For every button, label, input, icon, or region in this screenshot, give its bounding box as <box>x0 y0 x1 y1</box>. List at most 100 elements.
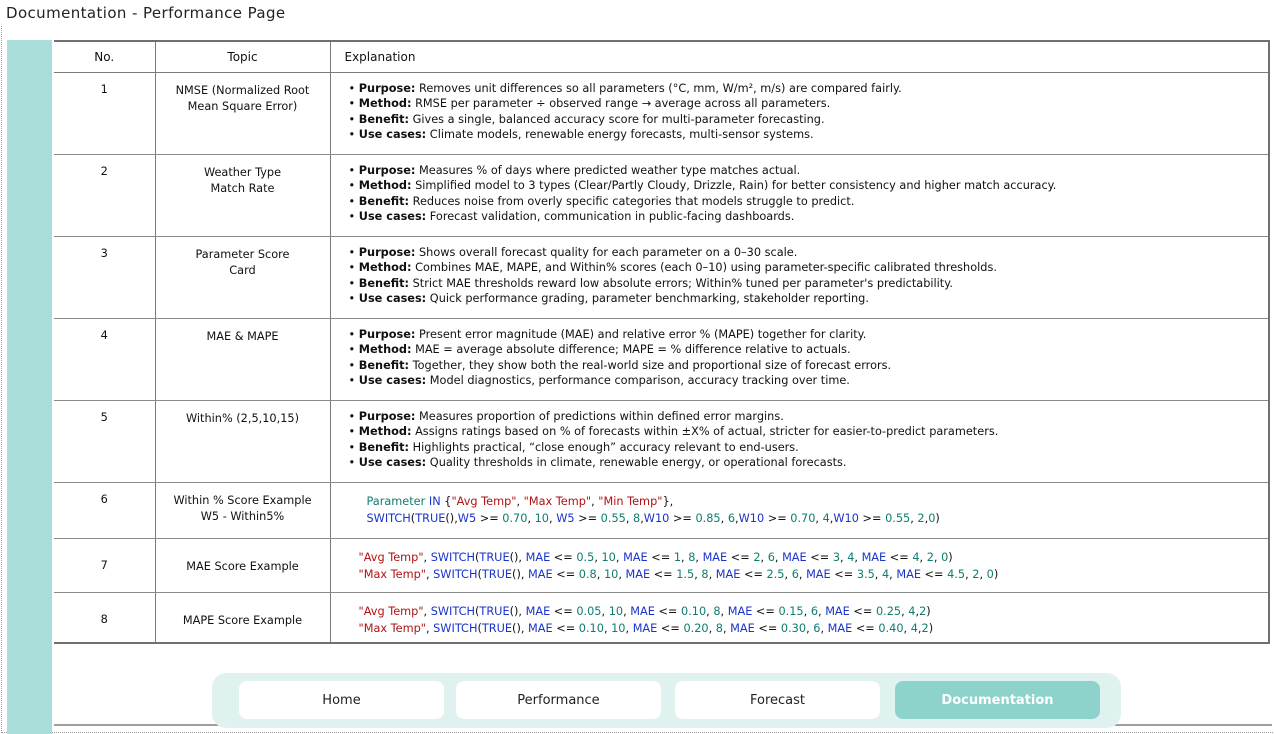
explanation-text: Together, they show both the real-world … <box>409 358 892 372</box>
explanation-label: Use cases: <box>358 456 427 469</box>
explanation-label: Purpose: <box>358 163 416 177</box>
explanation-label: Benefit: <box>358 194 410 208</box>
row-number: 7 <box>54 538 156 593</box>
bullet-icon: • <box>348 97 359 110</box>
documentation-table-container[interactable]: No. Topic Explanation 1 NMSE (Normalized … <box>54 40 1270 644</box>
row-topic: MAPE Score Example <box>155 592 331 642</box>
table-row: 7 MAE Score Example "Avg Temp", SWITCH(TRU… <box>54 538 1268 593</box>
row-topic: NMSE (Normalized Root Mean Square Error) <box>155 72 331 155</box>
bullet-icon: • <box>348 194 359 208</box>
accent-sidebar <box>7 40 52 734</box>
row-topic: MAE & MAPE <box>155 318 331 401</box>
explanation-bullet: • Purpose: Shows overall forecast qualit… <box>349 245 1269 261</box>
explanation-label: Benefit: <box>358 358 410 372</box>
explanation-label: Benefit: <box>358 112 410 126</box>
explanation-bullet: • Benefit: Highlights practical, “close … <box>349 440 1269 456</box>
row-topic: Within % Score Example W5 - Within5% <box>155 482 331 539</box>
explanation-text: Quality thresholds in climate, renewable… <box>426 456 847 469</box>
table-row: 1 NMSE (Normalized Root Mean Square Error)… <box>54 72 1269 155</box>
explanation-label: Method: <box>358 179 412 192</box>
nav-home-button[interactable]: Home <box>239 681 444 719</box>
explanation-text: Climate models, renewable energy forecas… <box>426 128 814 141</box>
explanation-bullet: • Use cases: Model diagnostics, performa… <box>349 373 1269 389</box>
code-line: "Avg Temp", SWITCH(TRUE(), MAE <= 0.5, 1… <box>358 550 953 564</box>
nav-forecast-button[interactable]: Forecast <box>675 681 880 719</box>
topic-line: MAE Score Example <box>186 559 299 573</box>
explanation-bullet: • Benefit: Together, they show both the … <box>349 358 1269 374</box>
explanation-label: Purpose: <box>358 409 416 423</box>
bullet-icon: • <box>348 292 359 305</box>
code-line: "Max Temp", SWITCH(TRUE(), MAE <= 0.8, 1… <box>358 567 999 581</box>
explanation-bullet: • Method: Simplified model to 3 types (C… <box>349 178 1269 194</box>
bullet-icon: • <box>348 456 359 469</box>
row-number: 3 <box>54 236 156 319</box>
table-row: 8 MAPE Score Example "Avg Temp", SWITCH(TR… <box>54 592 1268 642</box>
row-number: 1 <box>54 72 156 155</box>
explanation-bullet: • Purpose: Measures proportion of predic… <box>349 409 1269 425</box>
row-topic: Parameter Score Card <box>155 236 331 319</box>
row-code-example: "Avg Temp", SWITCH(TRUE(), MAE <= 0.05, … <box>330 592 1268 642</box>
table-row: 3 Parameter Score Card • Purpose: Shows ove… <box>54 236 1269 319</box>
explanation-text: Assigns ratings based on % of forecasts … <box>411 425 999 438</box>
explanation-label: Use cases: <box>358 292 427 305</box>
explanation-text: Simplified model to 3 types (Clear/Partl… <box>411 179 1057 192</box>
topic-line: MAE & MAPE <box>206 329 279 343</box>
bullet-icon: • <box>348 276 359 290</box>
bullet-icon: • <box>348 163 359 177</box>
row-explanation: • Purpose: Present error magnitude (MAE)… <box>330 318 1269 401</box>
table-header-row: No. Topic Explanation <box>54 42 1268 73</box>
explanation-text: Model diagnostics, performance compariso… <box>426 374 850 387</box>
explanation-text: Strict MAE thresholds reward low absolut… <box>409 276 953 290</box>
explanation-text: Shows overall forecast quality for each … <box>415 245 798 259</box>
explanation-bullet: • Use cases: Forecast validation, commun… <box>349 209 1269 225</box>
bullet-icon: • <box>348 425 359 438</box>
explanation-label: Purpose: <box>358 245 416 259</box>
row-number: 4 <box>54 318 156 401</box>
row-explanation: • Purpose: Measures % of days where pred… <box>330 154 1269 237</box>
code-line: "Max Temp", SWITCH(TRUE(), MAE <= 0.10, … <box>358 621 934 635</box>
explanation-bullet: • Purpose: Present error magnitude (MAE)… <box>349 327 1269 343</box>
bullet-icon: • <box>348 179 359 192</box>
topic-line: W5 - Within5% <box>200 509 285 523</box>
page-title: Documentation - Performance Page <box>6 4 286 22</box>
table-row: 6 Within % Score Example W5 - Within5% Para… <box>54 482 1268 539</box>
table-row: 5 Within% (2,5,10,15) • Purpose: Measures … <box>54 400 1269 483</box>
explanation-text: Combines MAE, MAPE, and Within% scores (… <box>411 261 997 274</box>
table-row: 4 MAE & MAPE • Purpose: Present error magn… <box>54 318 1269 401</box>
explanation-label: Benefit: <box>358 276 410 290</box>
explanation-text: Gives a single, balanced accuracy score … <box>409 112 825 126</box>
nav-performance-button[interactable]: Performance <box>456 681 661 719</box>
column-header-explanation: Explanation <box>330 42 1268 73</box>
explanation-text: RMSE per parameter ÷ observed range → av… <box>411 97 831 110</box>
explanation-bullet: • Benefit: Gives a single, balanced accu… <box>349 112 1269 128</box>
bullet-icon: • <box>348 261 359 274</box>
table-row: 2 Weather Type Match Rate • Purpose: Measur… <box>54 154 1269 237</box>
explanation-label: Method: <box>358 425 412 438</box>
row-explanation: • Purpose: Shows overall forecast qualit… <box>330 236 1269 319</box>
explanation-bullet: • Use cases: Quality thresholds in clima… <box>349 455 1269 471</box>
row-number: 8 <box>54 592 156 642</box>
bullet-icon: • <box>348 358 359 372</box>
row-code-example: "Avg Temp", SWITCH(TRUE(), MAE <= 0.5, 1… <box>330 538 1268 593</box>
table-body: 1 NMSE (Normalized Root Mean Square Error)… <box>54 72 1269 642</box>
code-line: Parameter IN {"Avg Temp", "Max Temp", "M… <box>366 494 674 508</box>
bullet-icon: • <box>348 210 359 223</box>
topic-line: Within % Score Example <box>173 493 312 507</box>
explanation-text: Quick performance grading, parameter ben… <box>426 292 869 305</box>
explanation-label: Method: <box>358 261 412 274</box>
explanation-bullet: • Benefit: Reduces noise from overly spe… <box>349 194 1269 210</box>
documentation-table: No. Topic Explanation 1 NMSE (Normalized … <box>54 42 1269 642</box>
topic-line: Weather Type <box>203 165 282 179</box>
code-line: SWITCH(TRUE(),W5 >= 0.70, 10, W5 >= 0.55… <box>366 511 940 525</box>
row-number: 2 <box>54 154 156 237</box>
topic-line: MAPE Score Example <box>182 613 303 627</box>
explanation-bullet: • Method: RMSE per parameter ÷ observed … <box>349 96 1269 112</box>
code-line: "Avg Temp", SWITCH(TRUE(), MAE <= 0.05, … <box>358 604 931 618</box>
explanation-text: Highlights practical, “close enough” acc… <box>409 440 799 454</box>
topic-line: Match Rate <box>210 181 275 195</box>
explanation-bullet: • Benefit: Strict MAE thresholds reward … <box>349 276 1269 292</box>
explanation-bullet: • Purpose: Measures % of days where pred… <box>349 163 1269 179</box>
explanation-text: Measures % of days where predicted weath… <box>415 163 801 177</box>
nav-documentation-button[interactable]: Documentation <box>895 681 1100 719</box>
topic-line: NMSE (Normalized Root <box>175 83 310 97</box>
